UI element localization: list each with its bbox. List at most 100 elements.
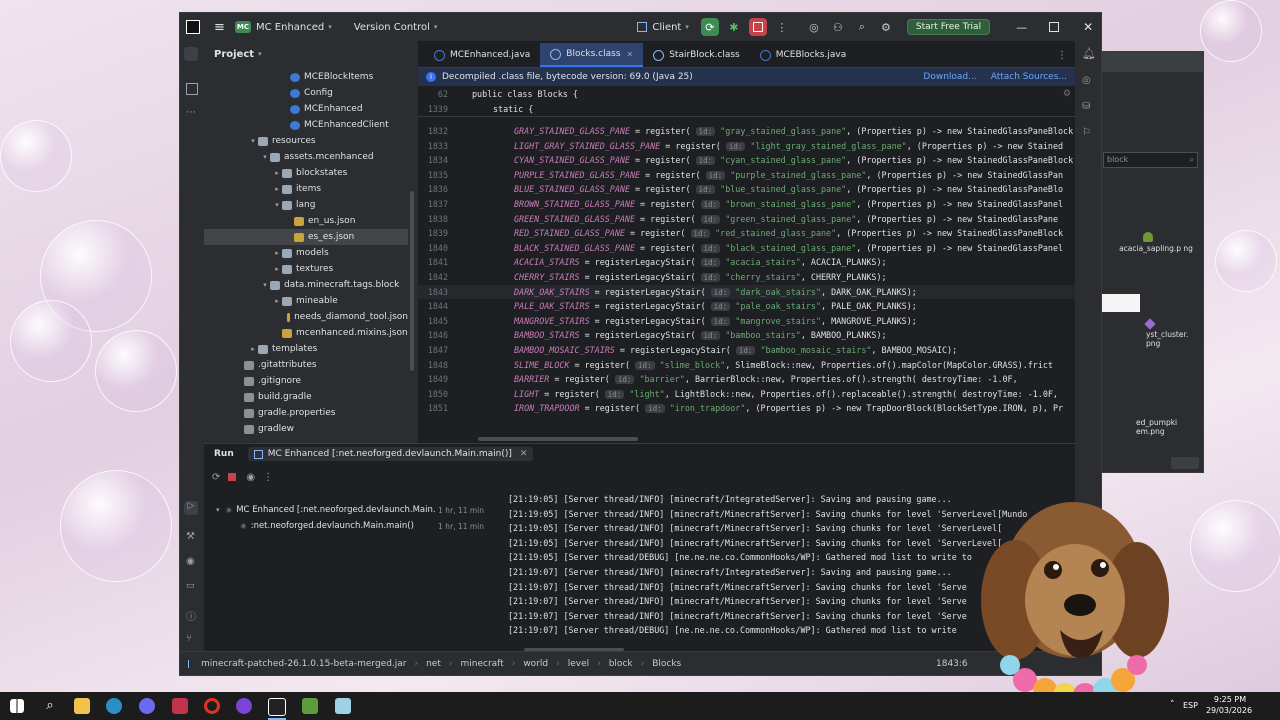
search-box[interactable]: block ⌕ <box>1103 152 1198 168</box>
breadcrumb-item[interactable]: block <box>609 659 633 669</box>
tree-item[interactable]: MCEnhanced <box>204 101 408 117</box>
download-link[interactable]: Download... <box>923 72 976 82</box>
search-icon[interactable]: ⌕ <box>42 698 58 714</box>
edge-icon[interactable] <box>106 698 122 714</box>
tree-item[interactable]: ▸ templates <box>204 341 408 357</box>
stop-icon[interactable] <box>228 473 237 481</box>
editor-tab[interactable]: Blocks.class ✕ <box>540 43 644 67</box>
tree-item[interactable]: needs_diamond_tool.json <box>204 309 408 325</box>
minecraft-icon[interactable] <box>302 698 318 714</box>
project-panel-header[interactable]: Project ▾ <box>204 41 418 67</box>
debug-button[interactable]: ✱ <box>725 18 743 36</box>
tree-item[interactable]: ▸ models <box>204 245 408 261</box>
tree-item[interactable]: gradlew <box>204 421 408 437</box>
editor-settings-icon[interactable]: ⚙ <box>1063 89 1071 99</box>
file-thumbnail[interactable]: acacia_sapling.p ng <box>1116 232 1196 272</box>
build-tool-icon[interactable]: ⚒ <box>186 531 195 542</box>
file-thumbnail[interactable]: ed_pumpki em.png <box>1136 410 1201 440</box>
tree-item[interactable]: es_es.json <box>204 229 408 245</box>
vcs-menu[interactable]: Version Control ▾ <box>354 22 438 33</box>
view-icon[interactable]: ◉ <box>246 472 255 483</box>
tree-item[interactable]: MCEnhancedClient <box>204 117 408 133</box>
close-icon[interactable]: ✕ <box>627 50 634 59</box>
obs-icon[interactable] <box>236 698 252 714</box>
breadcrumb-item[interactable]: level <box>568 659 589 669</box>
breadcrumb-item[interactable]: net <box>426 659 441 669</box>
run-tree-item[interactable]: ▾ ✳ MC Enhanced [:net.neoforged.devlaunch… <box>216 502 486 518</box>
terminal-tool-icon[interactable]: ▭ <box>186 581 195 591</box>
minimize-button[interactable]: — <box>1016 21 1027 34</box>
rerun-icon[interactable]: ⟳ <box>212 472 220 483</box>
problems-tool-icon[interactable]: ⓘ <box>186 608 196 623</box>
structure-tool-icon[interactable] <box>186 83 198 95</box>
clock-time[interactable]: 9:25 PM <box>1210 695 1250 704</box>
breadcrumb-item[interactable]: Blocks <box>652 659 681 669</box>
tree-item[interactable]: ▸ blockstates <box>204 165 408 181</box>
run-tree-item[interactable]: ✳:net.neoforged.devlaunch.Main.main() 1 h… <box>240 518 486 534</box>
tree-item[interactable]: ▸ textures <box>204 261 408 277</box>
editor-tab[interactable]: MCEBlocks.java <box>750 43 856 67</box>
breadcrumb-item[interactable]: minecraft <box>460 659 503 669</box>
settings-gear-icon[interactable]: ⚙ <box>877 18 895 36</box>
breadcrumb-item[interactable]: world <box>523 659 548 669</box>
more-options-icon[interactable]: ⋮ <box>263 472 273 483</box>
run-tab[interactable]: MC Enhanced [:net.neoforged.devlaunch.Ma… <box>247 447 534 461</box>
notepad-icon[interactable] <box>335 698 351 714</box>
tree-item[interactable]: ▸ mineable <box>204 293 408 309</box>
start-trial-button[interactable]: Start Free Trial <box>906 19 991 35</box>
run-tool-icon[interactable]: ▷ <box>184 501 198 515</box>
intellij-icon[interactable] <box>268 698 286 716</box>
tree-item[interactable]: .gitignore <box>204 373 408 389</box>
tray-chevron-icon[interactable]: ˄ <box>1170 700 1175 710</box>
close-button[interactable]: ✕ <box>1083 20 1093 34</box>
editor-tab[interactable]: MCEnhanced.java <box>424 43 540 67</box>
more-tools-icon[interactable]: ⋯ <box>186 107 196 118</box>
app-icon[interactable] <box>172 698 188 714</box>
ai-assistant-icon[interactable]: ◎ <box>805 18 823 36</box>
project-tool-icon[interactable] <box>184 47 198 61</box>
tree-item[interactable]: en_us.json <box>204 213 408 229</box>
opera-icon[interactable] <box>204 698 220 714</box>
run-config-selector[interactable]: Client ▾ <box>637 22 689 33</box>
windows-start-icon[interactable] <box>10 699 24 713</box>
tree-item[interactable]: build.gradle <box>204 389 408 405</box>
notifications-icon[interactable]: 🔔︎ <box>1082 47 1096 60</box>
project-switcher[interactable]: MC MC Enhanced ▾ <box>234 21 332 33</box>
database-icon[interactable]: ⛁ <box>1082 101 1090 112</box>
tab-overflow-icon[interactable]: ⋮ <box>1057 50 1067 61</box>
search-icon[interactable]: ⌕ <box>853 18 871 36</box>
breadcrumb-item[interactable]: minecraft-patched-26.1.0.15-beta-merged.… <box>201 659 406 669</box>
rerun-button[interactable]: ⟳ <box>700 18 719 36</box>
code-area[interactable]: 62 public class Blocks { 1339 static { 1… <box>418 87 1075 443</box>
keyboard-language[interactable]: ESP <box>1183 701 1198 710</box>
stop-button[interactable] <box>748 18 767 36</box>
clock-date[interactable]: 29/03/2026 <box>1201 706 1257 715</box>
tree-item[interactable]: .gitattributes <box>204 357 408 373</box>
tree-item[interactable]: ▾ data.minecraft.tags.block <box>204 277 408 293</box>
tree-item[interactable]: Config <box>204 85 408 101</box>
tree-item[interactable]: ▾ lang <box>204 197 408 213</box>
close-icon[interactable]: ✕ <box>520 449 528 459</box>
file-explorer-icon[interactable] <box>74 698 90 714</box>
tree-item[interactable]: ▸ items <box>204 181 408 197</box>
services-tool-icon[interactable]: ◉ <box>186 556 195 567</box>
ai-chat-icon[interactable]: ◎ <box>1082 75 1091 86</box>
main-menu-icon[interactable]: ≡ <box>214 20 225 35</box>
maximize-button[interactable] <box>1049 22 1060 32</box>
add-user-icon[interactable]: ⚇ <box>829 18 847 36</box>
tree-item[interactable]: mcenhanced.mixins.json <box>204 325 408 341</box>
file-thumbnail[interactable]: yst_cluster. png <box>1144 318 1201 350</box>
more-actions-button[interactable]: ⋮ <box>773 18 791 36</box>
git-tool-icon[interactable]: ⑂ <box>186 633 192 644</box>
attach-sources-link[interactable]: Attach Sources... <box>991 72 1067 82</box>
editor-tab[interactable]: StairBlock.class <box>643 43 750 67</box>
tree-item[interactable]: ▾ resources <box>204 133 408 149</box>
copilot-icon[interactable]: ⚐ <box>1082 127 1091 138</box>
discord-icon[interactable] <box>139 698 155 714</box>
view-toggle[interactable] <box>1171 457 1199 469</box>
tree-item[interactable]: ▾ assets.mcenhanced <box>204 149 408 165</box>
tree-item[interactable]: gradle.properties <box>204 405 408 421</box>
editor-horizontal-scrollbar[interactable] <box>478 437 638 441</box>
tree-scrollbar[interactable] <box>410 191 414 371</box>
tree-item[interactable]: MCEBlockItems <box>204 69 408 85</box>
